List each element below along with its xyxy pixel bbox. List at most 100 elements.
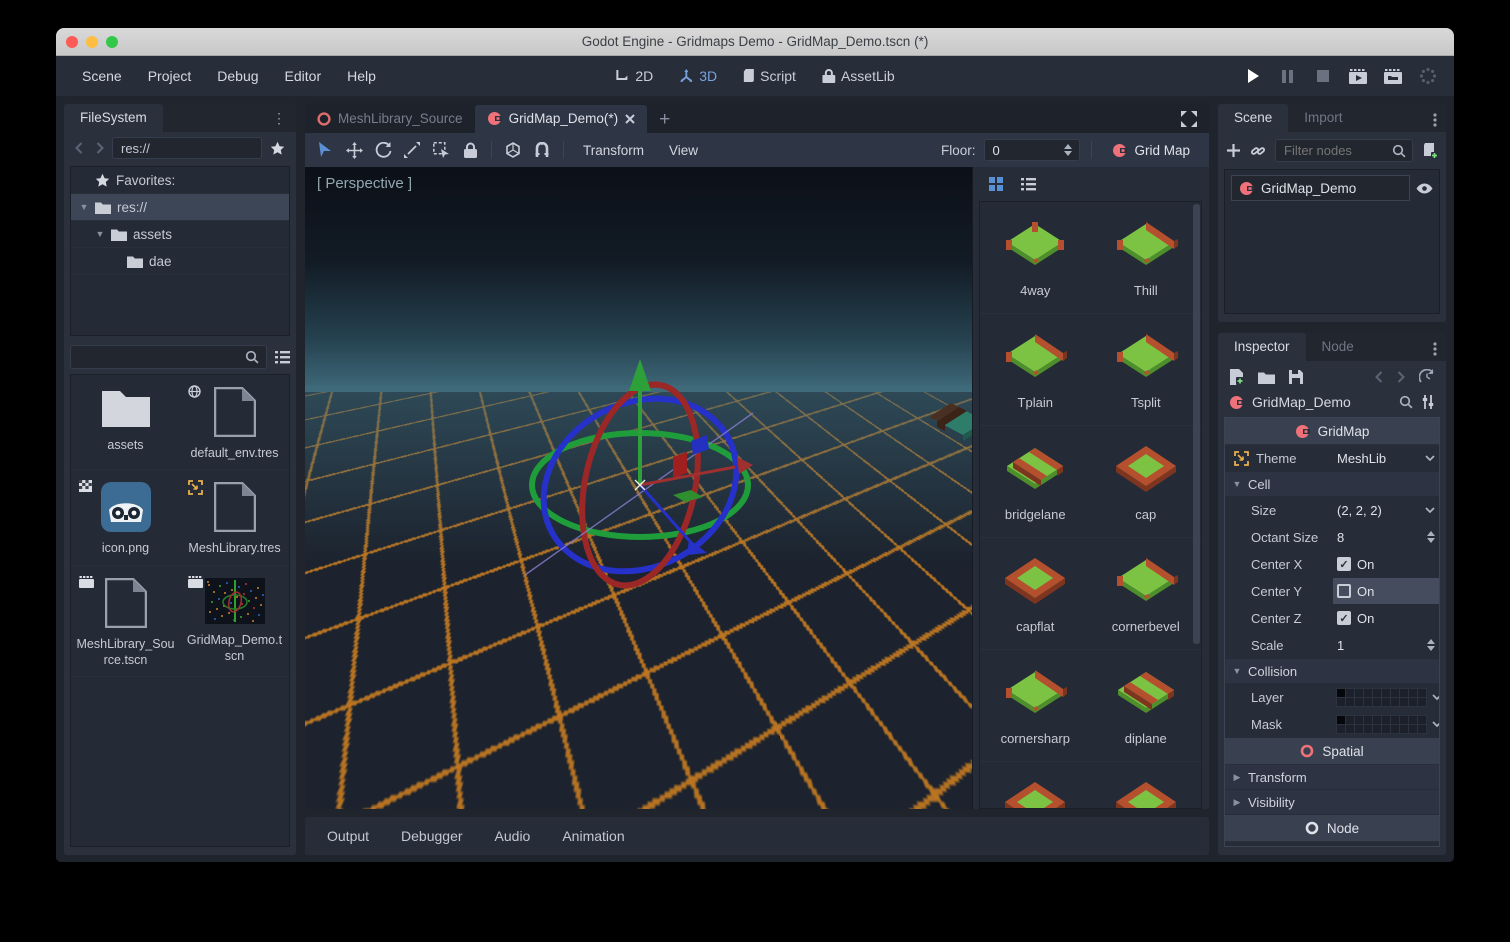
tree-item-favorites[interactable]: Favorites: [71, 167, 289, 194]
palette-item-diplane[interactable]: diplane [1091, 650, 1202, 762]
expand-arrow-icon[interactable]: ▶ [1232, 772, 1242, 783]
layer-cell[interactable] [1355, 689, 1363, 697]
inspector-group-cell[interactable]: ▼Cell [1225, 472, 1439, 497]
scale-tool-icon[interactable] [402, 140, 422, 160]
transform-gizmo[interactable] [485, 345, 795, 625]
property-value[interactable]: null [1333, 842, 1439, 847]
layer-cell[interactable] [1391, 689, 1399, 697]
dropdown-caret-icon[interactable] [1425, 455, 1435, 462]
menu-debug[interactable]: Debug [207, 63, 268, 89]
expand-arrow-icon[interactable]: ▶ [1232, 797, 1242, 808]
context-button-assetlib[interactable]: AssetLib [813, 64, 904, 88]
bottom-tab-animation[interactable]: Animation [562, 828, 624, 844]
nav-forward-icon[interactable] [91, 138, 109, 158]
close-window-button[interactable] [66, 36, 78, 48]
layer-cell[interactable] [1418, 689, 1426, 697]
palette-item-cornersharp[interactable]: cornersharp [980, 650, 1091, 762]
palette-item[interactable] [1091, 762, 1202, 809]
add-node-icon[interactable] [1226, 143, 1241, 158]
select-tool-icon[interactable] [315, 140, 335, 160]
rotate-tool-icon[interactable] [373, 140, 393, 160]
context-button-3d[interactable]: 3D [670, 64, 726, 88]
palette-item-cap[interactable]: cap [1091, 426, 1202, 538]
layer-cell[interactable] [1400, 689, 1408, 697]
layer-cell[interactable] [1382, 689, 1390, 697]
layer-cell[interactable] [1409, 716, 1417, 724]
tab-inspector[interactable]: Inspector [1218, 333, 1306, 361]
menu-editor[interactable]: Editor [275, 63, 332, 89]
save-resource-icon[interactable] [1289, 370, 1303, 384]
layer-cell[interactable] [1391, 698, 1399, 706]
dropdown-caret-icon[interactable] [1425, 507, 1435, 514]
layer-cell[interactable] [1355, 698, 1363, 706]
layer-cell[interactable] [1355, 725, 1363, 733]
new-resource-icon[interactable] [1229, 369, 1244, 385]
layer-cell[interactable] [1346, 716, 1354, 724]
menu-scene[interactable]: Scene [72, 63, 132, 89]
layer-cell[interactable] [1400, 716, 1408, 724]
property-value[interactable] [1333, 684, 1439, 710]
scene-tab-gridmapdemo[interactable]: GridMap_Demo(*) [475, 105, 648, 133]
palette-item-Tsplit[interactable]: Tsplit [1091, 314, 1202, 426]
property-value[interactable] [1333, 711, 1439, 737]
layer-cell[interactable] [1364, 689, 1372, 697]
close-tab-icon[interactable] [625, 114, 635, 124]
property-value[interactable]: On [1333, 578, 1439, 604]
visibility-eye-icon[interactable] [1416, 183, 1433, 194]
property-value[interactable]: ✓On [1333, 551, 1439, 577]
property-value[interactable]: 8 [1333, 524, 1439, 550]
file-assets[interactable]: assets [71, 375, 180, 470]
layer-cell[interactable] [1364, 725, 1372, 733]
menu-project[interactable]: Project [138, 63, 202, 89]
floor-spinner[interactable]: 0 [984, 139, 1080, 161]
inspector-group-collision[interactable]: ▼Collision [1225, 659, 1439, 684]
layer-cell[interactable] [1409, 689, 1417, 697]
tab-import[interactable]: Import [1288, 104, 1358, 132]
tree-item-res[interactable]: ▼res:// [71, 194, 289, 221]
layer-cell[interactable] [1346, 725, 1354, 733]
checkbox-unchecked[interactable] [1337, 584, 1351, 598]
tab-filesystem[interactable]: FileSystem [64, 104, 163, 132]
attach-script-icon[interactable] [1422, 143, 1438, 159]
lock-tool-icon[interactable] [460, 140, 480, 160]
new-scene-tab-button[interactable]: + [647, 110, 682, 133]
layer-cell[interactable] [1382, 698, 1390, 706]
load-resource-icon[interactable] [1258, 371, 1275, 384]
list-view-toggle-icon[interactable] [275, 351, 290, 364]
viewport-menu-transform[interactable]: Transform [575, 139, 652, 162]
history-back-icon[interactable] [1375, 371, 1383, 383]
collapse-arrow-icon[interactable]: ▼ [1232, 479, 1242, 489]
palette-item-cornerbevel[interactable]: cornerbevel [1091, 538, 1202, 650]
layer-cell[interactable] [1346, 689, 1354, 697]
instance-scene-icon[interactable] [1250, 143, 1266, 159]
context-button-script[interactable]: Script [734, 64, 805, 88]
layer-cell[interactable] [1364, 716, 1372, 724]
palette-item-Tplain[interactable]: Tplain [980, 314, 1091, 426]
spinner-updown-icon[interactable] [1427, 639, 1435, 651]
filter-nodes-input[interactable] [1282, 142, 1392, 159]
scene-dock-menu-icon[interactable] [1424, 113, 1446, 132]
bottom-tab-audio[interactable]: Audio [495, 828, 531, 844]
expand-viewport-icon[interactable] [1169, 111, 1209, 133]
list-select-tool-icon[interactable] [431, 140, 451, 160]
property-value[interactable]: 1 [1333, 632, 1439, 658]
file-meshlibrary-tres[interactable]: MeshLibrary.tres [180, 470, 289, 565]
layer-cell[interactable] [1409, 698, 1417, 706]
spinner-updown-icon[interactable] [1064, 144, 1072, 156]
pause-button[interactable] [1278, 66, 1298, 86]
layer-cell[interactable] [1337, 716, 1345, 724]
path-input[interactable] [112, 137, 262, 159]
collapse-arrow-icon[interactable]: ▼ [1232, 666, 1242, 676]
layer-cell[interactable] [1355, 716, 1363, 724]
palette-scrollbar[interactable] [1193, 204, 1200, 644]
checkbox-checked[interactable]: ✓ [1337, 557, 1351, 571]
layer-cell[interactable] [1364, 698, 1372, 706]
viewport-menu-view[interactable]: View [661, 139, 706, 162]
layer-cell[interactable] [1373, 725, 1381, 733]
property-tools-icon[interactable] [1421, 395, 1435, 409]
inspector-group-transform[interactable]: ▶Transform [1225, 765, 1439, 790]
layer-cell[interactable] [1337, 689, 1345, 697]
scene-tab-meshlibrarysource[interactable]: MeshLibrary_Source [305, 105, 475, 133]
expand-arrow-icon[interactable]: ▼ [79, 202, 89, 212]
layer-cell[interactable] [1418, 698, 1426, 706]
